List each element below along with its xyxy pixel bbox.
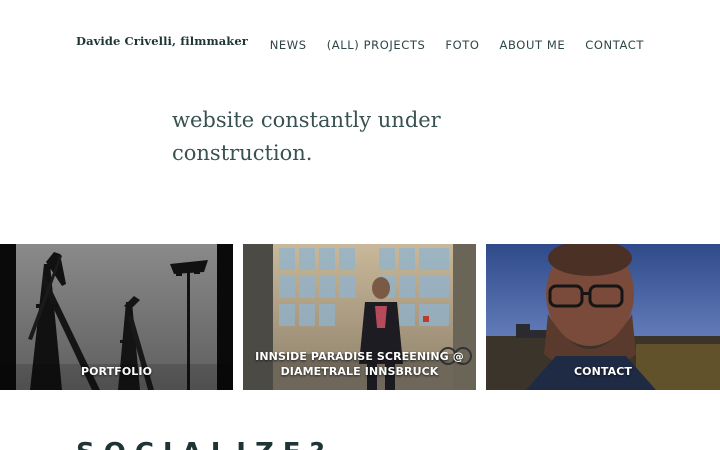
intro-line-1: website constantly under xyxy=(172,108,441,132)
tile-innside-paradise-label: INNSIDE PARADISE SCREENING @ DIAMETRALE … xyxy=(255,350,464,378)
nav-news[interactable]: NEWS xyxy=(270,38,307,52)
nav-foto[interactable]: FOTO xyxy=(445,38,479,52)
tile-grid: PORTFOLIO INNSIDE PARADISE SCREENING @ D… xyxy=(0,244,720,390)
tile-innside-paradise[interactable]: INNSIDE PARADISE SCREENING @ DIAMETRALE … xyxy=(243,244,476,390)
tile-portfolio[interactable]: PORTFOLIO xyxy=(0,244,233,390)
intro-line-2: construction. xyxy=(172,141,313,165)
nav-contact[interactable]: CONTACT xyxy=(585,38,644,52)
nav-all-projects[interactable]: (ALL) PROJECTS xyxy=(327,38,426,52)
tile-contact-label: CONTACT xyxy=(573,365,633,378)
intro-text: website constantly under construction. xyxy=(172,104,472,170)
tile-contact[interactable]: CONTACT xyxy=(486,244,720,390)
main-nav: NEWS (ALL) PROJECTS FOTO ABOUT ME CONTAC… xyxy=(270,38,644,52)
site-title[interactable]: Davide Crivelli, filmmaker xyxy=(76,34,248,48)
socialize-heading: SOCIALIZE? xyxy=(76,438,334,450)
nav-about-me[interactable]: ABOUT ME xyxy=(500,38,566,52)
tile-portfolio-label: PORTFOLIO xyxy=(80,365,153,378)
